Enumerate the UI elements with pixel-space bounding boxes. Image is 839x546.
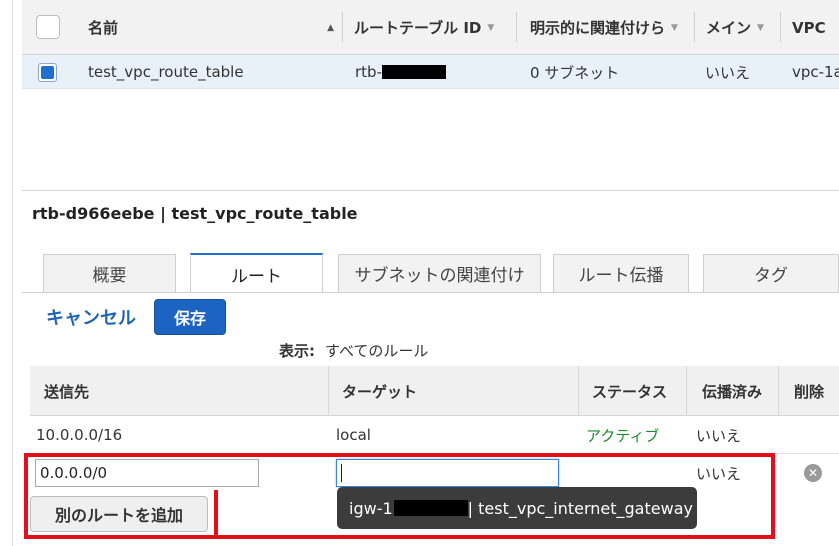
row-route-table-id: rtb- (355, 55, 446, 89)
column-divider (342, 12, 343, 42)
tab-summary[interactable]: 概要 (43, 254, 176, 292)
column-status: ステータス (592, 382, 668, 401)
target-suggestion-tooltip[interactable]: igw-1 | test_vpc_internet_gateway (337, 487, 697, 529)
routes-header: 送信先 ターゲット ステータス 伝播済み 削除 (30, 366, 839, 416)
route-tables-list: 名前 ▲ ルートテーブル ID ▼ 明示的に関連付けら ▼ メイン ▼ VPC … (22, 0, 839, 89)
row-vpc: vpc-1a (792, 63, 839, 81)
chevron-down-icon: ▼ (487, 22, 495, 33)
column-divider (516, 12, 517, 42)
destination-input[interactable]: 0.0.0.0/0 (35, 459, 259, 487)
delete-icon[interactable]: ✕ (804, 464, 822, 482)
route-propagated: いいえ (696, 426, 742, 445)
sort-ascending-icon: ▲ (327, 22, 334, 33)
route-destination: 10.0.0.0/16 (36, 426, 123, 444)
column-divider (686, 366, 687, 416)
filter-label: 表示: (279, 342, 315, 360)
table-row[interactable]: test_vpc_route_table rtb- 0 サブネット いいえ vp… (22, 55, 839, 89)
column-route-table-id-label: ルートテーブル ID (354, 19, 482, 37)
column-delete: 削除 (794, 382, 825, 401)
section-divider (22, 190, 839, 191)
column-divider (780, 12, 781, 42)
rule-filter[interactable]: 表示: すべてのルール (279, 340, 428, 361)
column-name-label: 名前 (88, 19, 119, 37)
tooltip-suffix: | test_vpc_internet_gateway (467, 498, 693, 518)
target-input[interactable] (336, 459, 559, 487)
checkbox-checked-icon (41, 66, 54, 79)
column-propagated: 伝播済み (702, 382, 763, 401)
column-vpc[interactable]: VPC (782, 0, 839, 55)
column-name[interactable]: 名前 ▲ (78, 0, 342, 55)
tooltip-prefix: igw-1 (349, 498, 393, 518)
column-destination: 送信先 (44, 382, 90, 401)
tab-routes[interactable]: ルート (190, 253, 323, 293)
chevron-down-icon: ▼ (757, 22, 764, 33)
table-row: 10.0.0.0/16 local アクティブ いいえ (30, 416, 839, 454)
route-tables-header: 名前 ▲ ルートテーブル ID ▼ 明示的に関連付けら ▼ メイン ▼ VPC (22, 0, 839, 55)
column-divider (694, 12, 695, 42)
column-divider (578, 366, 579, 416)
redacted-block (393, 500, 468, 516)
row-name: test_vpc_route_table (88, 63, 244, 81)
save-button[interactable]: 保存 (154, 299, 226, 335)
new-route-propagated: いいえ (696, 464, 742, 483)
column-main-label: メイン (706, 19, 752, 37)
row-route-table-id-prefix: rtb- (355, 63, 382, 81)
detail-title: rtb-d966eebe | test_vpc_route_table (32, 204, 358, 223)
text-caret (341, 464, 342, 482)
route-target: local (336, 426, 371, 444)
add-route-button[interactable]: 別のルートを追加 (30, 496, 208, 532)
tab-route-propagation[interactable]: ルート伝播 (553, 254, 689, 292)
column-route-table-id[interactable]: ルートテーブル ID ▼ (344, 0, 514, 55)
route-status: アクティブ (586, 426, 660, 445)
column-divider (328, 366, 329, 416)
redacted-block (381, 65, 446, 79)
filter-value: すべてのルール (325, 342, 429, 360)
column-target: ターゲット (342, 382, 418, 401)
column-vpc-label: VPC (792, 18, 826, 37)
cancel-button[interactable]: キャンセル (46, 304, 136, 330)
tab-tags[interactable]: タグ (703, 254, 839, 292)
row-main: いいえ (705, 63, 751, 82)
tab-underline (22, 292, 839, 293)
column-divider (778, 366, 779, 416)
select-all-checkbox[interactable] (36, 15, 60, 39)
sidebar-divider (12, 0, 13, 546)
tab-subnet-associations[interactable]: サブネットの関連付け (338, 254, 541, 292)
column-explicit-assoc[interactable]: 明示的に関連付けら ▼ (520, 0, 692, 55)
routes-table: 送信先 ターゲット ステータス 伝播済み 削除 10.0.0.0/16 loca… (30, 366, 839, 492)
chevron-down-icon: ▼ (671, 22, 678, 33)
row-checkbox[interactable] (38, 63, 57, 82)
row-explicit-assoc: 0 サブネット (530, 63, 620, 82)
column-main[interactable]: メイン ▼ (696, 0, 780, 55)
column-explicit-assoc-label: 明示的に関連付けら (530, 19, 666, 37)
